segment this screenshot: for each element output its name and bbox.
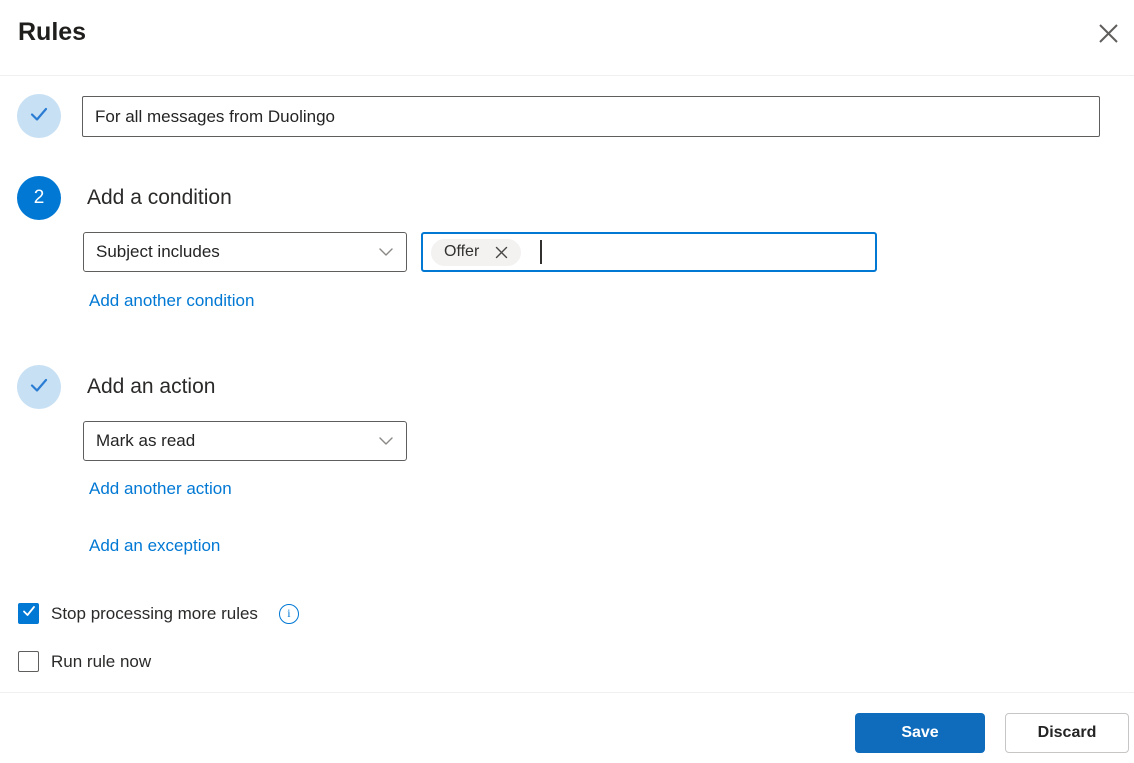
- close-button[interactable]: [1094, 22, 1122, 50]
- info-icon[interactable]: i: [278, 603, 299, 624]
- add-another-action-link[interactable]: Add another action: [89, 479, 232, 499]
- add-another-condition-link[interactable]: Add another condition: [89, 291, 254, 311]
- step3-complete-badge: [17, 365, 61, 409]
- run-rule-row: Run rule now: [18, 651, 151, 672]
- discard-button[interactable]: Discard: [1005, 713, 1129, 753]
- step1-complete-badge: [17, 94, 61, 138]
- add-action-heading: Add an action: [87, 375, 216, 398]
- close-icon: [1097, 22, 1120, 50]
- chevron-down-icon: [378, 244, 394, 260]
- step2-number: 2: [33, 187, 45, 208]
- condition-value-input[interactable]: Offer: [421, 232, 877, 272]
- stop-processing-label: Stop processing more rules: [51, 603, 258, 623]
- step2-number-badge: 2: [17, 176, 61, 220]
- run-rule-checkbox[interactable]: [18, 651, 39, 672]
- remove-tag-icon[interactable]: [495, 246, 508, 259]
- checkmark-icon: [28, 103, 50, 130]
- action-selected-value: Mark as read: [96, 431, 196, 450]
- dialog-title: Rules: [18, 18, 87, 46]
- rule-name-input[interactable]: For all messages from Duolingo: [82, 96, 1100, 137]
- checkmark-icon: [22, 604, 36, 623]
- stop-processing-row: Stop processing more rules i: [18, 603, 299, 624]
- condition-tag-label: Offer: [444, 243, 480, 260]
- add-exception-link[interactable]: Add an exception: [89, 536, 220, 556]
- text-cursor: [540, 240, 542, 264]
- chevron-down-icon: [378, 433, 394, 449]
- condition-select[interactable]: Subject includes: [83, 232, 407, 272]
- header-divider: [0, 75, 1134, 76]
- action-select[interactable]: Mark as read: [83, 421, 407, 461]
- condition-selected-value: Subject includes: [96, 242, 220, 261]
- footer-divider: [0, 692, 1134, 693]
- add-condition-heading: Add a condition: [87, 186, 232, 209]
- run-rule-label: Run rule now: [51, 651, 152, 671]
- rule-name-value: For all messages from Duolingo: [95, 106, 335, 126]
- save-button[interactable]: Save: [855, 713, 985, 753]
- condition-tag: Offer: [431, 238, 522, 266]
- stop-processing-checkbox[interactable]: [18, 603, 39, 624]
- checkmark-icon: [28, 374, 50, 401]
- rules-dialog: Rules For all messages from Duolingo 2 A…: [0, 0, 1134, 763]
